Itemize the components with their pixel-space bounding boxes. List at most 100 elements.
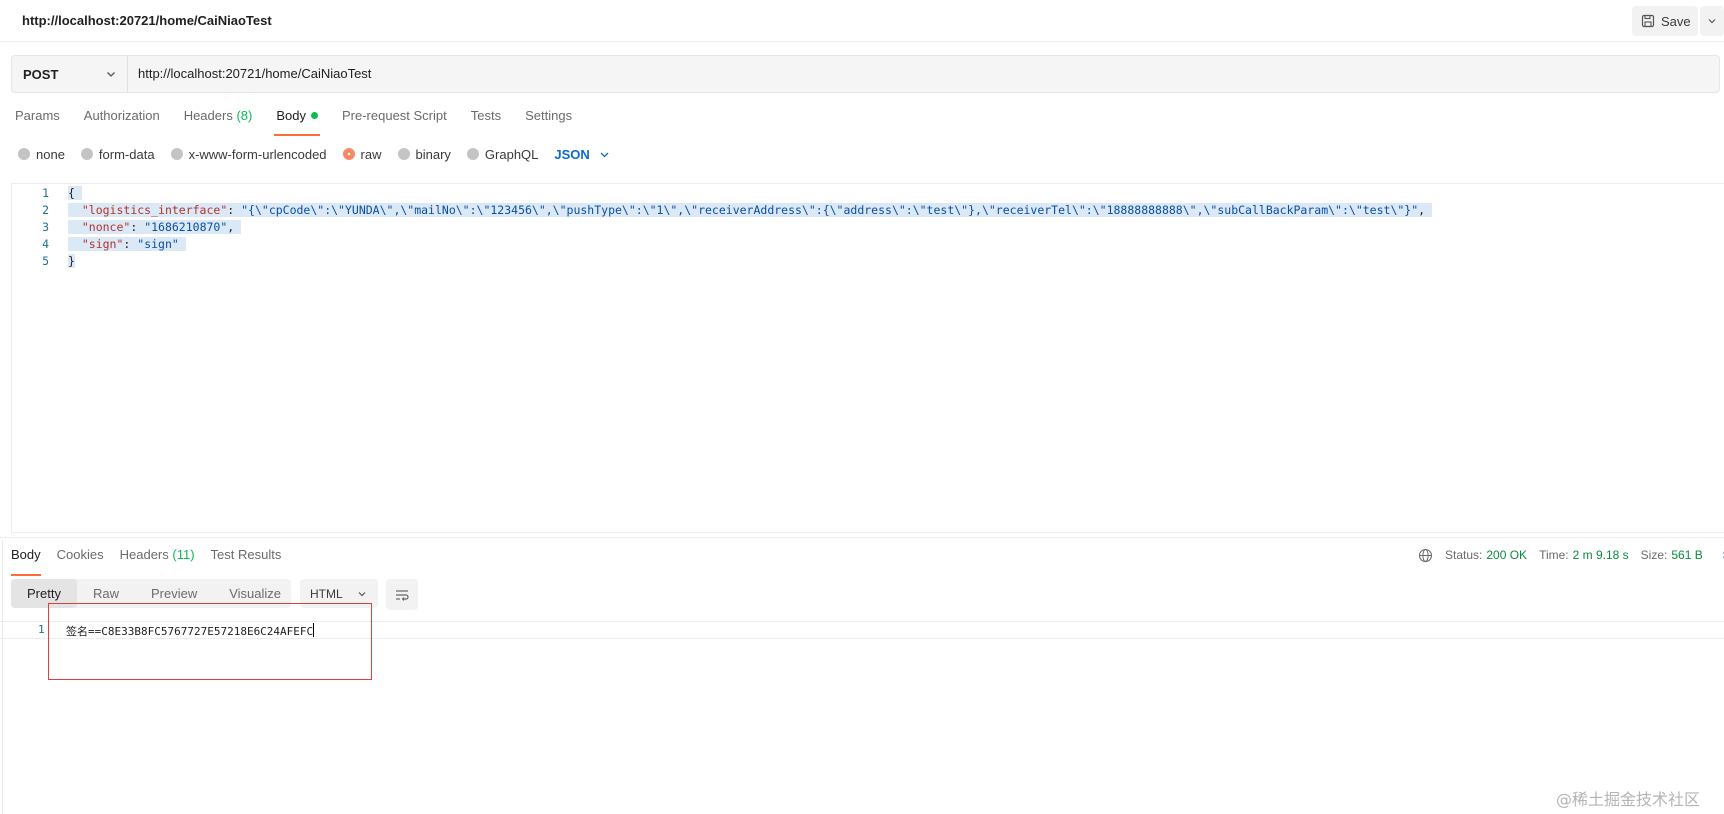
response-tab-headers[interactable]: Headers (11) bbox=[120, 547, 195, 572]
tab-settings[interactable]: Settings bbox=[525, 108, 572, 134]
method-label: POST bbox=[23, 66, 59, 82]
body-type-graphql[interactable]: GraphQL bbox=[466, 146, 539, 162]
globe-icon[interactable] bbox=[1418, 548, 1433, 563]
watermark: @稀土掘金技术社区 bbox=[1556, 790, 1701, 809]
code-line: 5 } bbox=[12, 254, 75, 272]
tab-pre-request-script[interactable]: Pre-request Script bbox=[342, 108, 447, 134]
size-value[interactable]: 561 B bbox=[1671, 548, 1702, 562]
code-text: { bbox=[68, 186, 82, 200]
json-comma: , bbox=[1418, 203, 1426, 217]
tab-label: Pre-request Script bbox=[341, 108, 447, 123]
body-indicator-dot bbox=[310, 112, 318, 119]
tab-body[interactable]: Body bbox=[274, 108, 320, 136]
code-line: 1 { bbox=[12, 186, 82, 204]
request-tabs: Params Authorization Headers (8) Body Pr… bbox=[15, 108, 596, 136]
radio-label: GraphQL bbox=[484, 146, 539, 162]
json-separator: : bbox=[227, 203, 242, 217]
body-type-none[interactable]: none bbox=[18, 147, 65, 162]
tab-label: Preview bbox=[150, 586, 198, 601]
save-options-button[interactable] bbox=[1700, 6, 1724, 36]
line-number: 5 bbox=[42, 254, 49, 268]
json-key: "nonce" bbox=[81, 220, 131, 234]
code-text: "logistics_interface": "{\"cpCode\":\"YU… bbox=[68, 203, 1433, 217]
url-input[interactable] bbox=[138, 66, 1698, 81]
line-number: 4 bbox=[42, 237, 49, 251]
json-comma: , bbox=[227, 220, 235, 234]
body-type-selector: none form-data x-www-form-urlencoded raw… bbox=[18, 145, 610, 163]
radio-label: x-www-form-urlencoded bbox=[188, 146, 327, 162]
tab-label: Authorization bbox=[83, 108, 160, 123]
format-label: HTML bbox=[310, 586, 343, 601]
json-key: "sign" bbox=[81, 237, 124, 251]
tab-label: Pretty bbox=[27, 586, 61, 601]
body-type-form-data[interactable]: form-data bbox=[80, 146, 155, 162]
tab-label: Settings bbox=[525, 108, 573, 123]
raw-format-select[interactable]: JSON bbox=[554, 147, 609, 162]
body-type-binary[interactable]: binary bbox=[397, 146, 451, 162]
brace: } bbox=[68, 254, 75, 268]
save-button[interactable]: Save bbox=[1632, 6, 1698, 36]
radio-label: binary bbox=[415, 146, 451, 162]
url-bar: POST bbox=[11, 55, 1720, 93]
method-select[interactable]: POST bbox=[12, 56, 128, 92]
save-icon bbox=[1641, 14, 1655, 28]
json-value: "1686210870" bbox=[144, 220, 228, 234]
divider bbox=[2, 540, 3, 814]
status-label: Status: bbox=[1445, 548, 1483, 562]
tab-label: Raw bbox=[92, 586, 119, 601]
request-title[interactable]: http://localhost:20721/home/CaiNiaoTest bbox=[22, 13, 272, 28]
json-value: "sign" bbox=[137, 237, 179, 251]
code-line: 4 "sign": "sign" bbox=[12, 237, 186, 255]
radio-button[interactable] bbox=[397, 148, 410, 160]
tab-authorization[interactable]: Authorization bbox=[84, 108, 160, 134]
headers-count: (8) bbox=[236, 108, 253, 123]
request-header-bar: http://localhost:20721/home/CaiNiaoTest … bbox=[0, 0, 1724, 42]
tab-label: Headers bbox=[119, 547, 169, 562]
body-type-raw[interactable]: raw bbox=[342, 147, 382, 162]
response-tab-body[interactable]: Body bbox=[11, 547, 41, 576]
wrap-lines-button[interactable] bbox=[386, 579, 418, 610]
time-label: Time: bbox=[1539, 548, 1569, 562]
radio-label: none bbox=[36, 146, 65, 162]
body-type-urlencoded[interactable]: x-www-form-urlencoded bbox=[170, 146, 327, 162]
tab-label: Body bbox=[276, 108, 306, 123]
request-body-editor[interactable]: 1 { 2 "logistics_interface": "{\"cpCode\… bbox=[11, 183, 1724, 533]
tab-label: Headers bbox=[183, 108, 233, 123]
radio-button[interactable] bbox=[80, 148, 93, 160]
tab-params[interactable]: Params bbox=[15, 108, 60, 134]
radio-label: form-data bbox=[98, 146, 155, 162]
response-tab-cookies[interactable]: Cookies bbox=[57, 547, 104, 572]
code-text: "nonce": "1686210870", bbox=[68, 220, 242, 234]
chevron-down-icon bbox=[600, 152, 609, 157]
json-key: "logistics_interface" bbox=[81, 203, 228, 217]
headers-count: (11) bbox=[172, 547, 195, 562]
line-number: 3 bbox=[42, 220, 49, 234]
json-value: "{\"cpCode\":\"YUNDA\",\"mailNo\":\"1234… bbox=[241, 203, 1419, 217]
tab-headers[interactable]: Headers (8) bbox=[184, 108, 253, 134]
json-separator: : bbox=[130, 220, 145, 234]
radio-button[interactable] bbox=[170, 148, 183, 160]
raw-format-label: JSON bbox=[554, 146, 590, 162]
tab-label: Params bbox=[15, 108, 60, 123]
brace: { bbox=[68, 186, 75, 200]
chevron-down-icon bbox=[358, 591, 366, 596]
time-value[interactable]: 2 m 9.18 s bbox=[1573, 548, 1629, 562]
tab-label: Body bbox=[11, 547, 41, 562]
code-text: } bbox=[68, 254, 75, 268]
radio-button-selected[interactable] bbox=[342, 148, 355, 160]
tab-label: Visualize bbox=[229, 586, 282, 601]
response-divider[interactable] bbox=[0, 537, 1724, 538]
response-tab-test-results[interactable]: Test Results bbox=[211, 547, 282, 572]
line-number: 1 bbox=[42, 186, 49, 200]
chevron-down-icon bbox=[1708, 19, 1716, 24]
tab-label: Tests bbox=[470, 108, 502, 123]
wrap-lines-icon bbox=[396, 589, 409, 601]
tab-tests[interactable]: Tests bbox=[471, 108, 501, 134]
code-text: "sign": "sign" bbox=[68, 237, 186, 251]
status-value[interactable]: 200 OK bbox=[1486, 548, 1527, 562]
radio-button[interactable] bbox=[18, 148, 30, 160]
code-line: 2 "logistics_interface": "{\"cpCode\":\"… bbox=[12, 203, 1433, 221]
response-status-bar: Status: 200 OK Time: 2 m 9.18 s Size: 56… bbox=[1418, 547, 1724, 563]
radio-button[interactable] bbox=[466, 148, 479, 160]
tab-label: Test Results bbox=[210, 547, 282, 562]
